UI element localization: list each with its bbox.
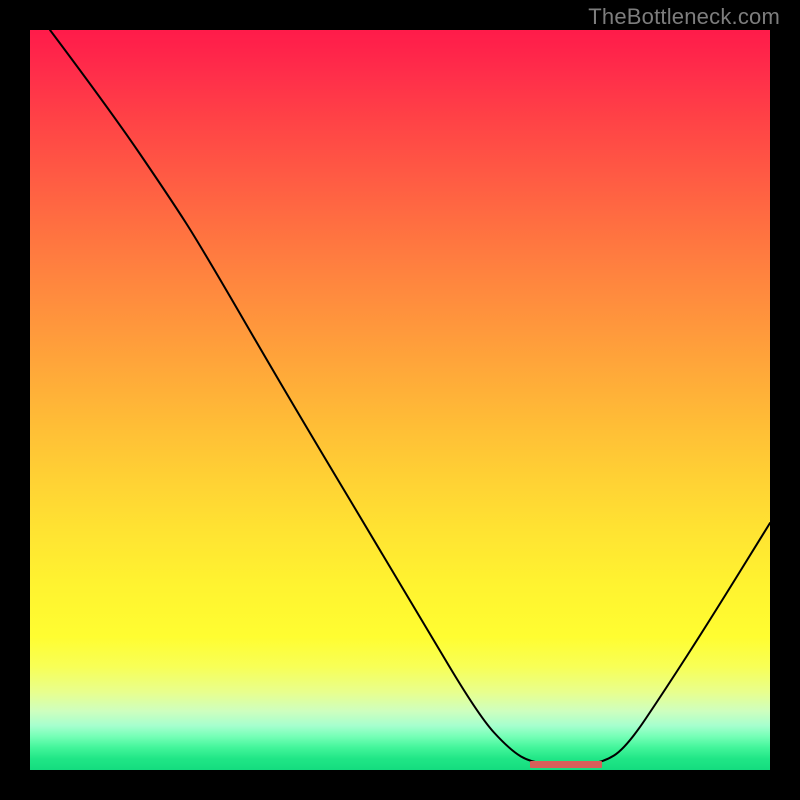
curve-path xyxy=(50,30,770,765)
plot-area xyxy=(30,30,770,770)
watermark-text: TheBottleneck.com xyxy=(588,4,780,30)
bottleneck-curve xyxy=(30,30,770,770)
optimal-range-marker xyxy=(530,761,602,768)
chart-stage: TheBottleneck.com xyxy=(0,0,800,800)
